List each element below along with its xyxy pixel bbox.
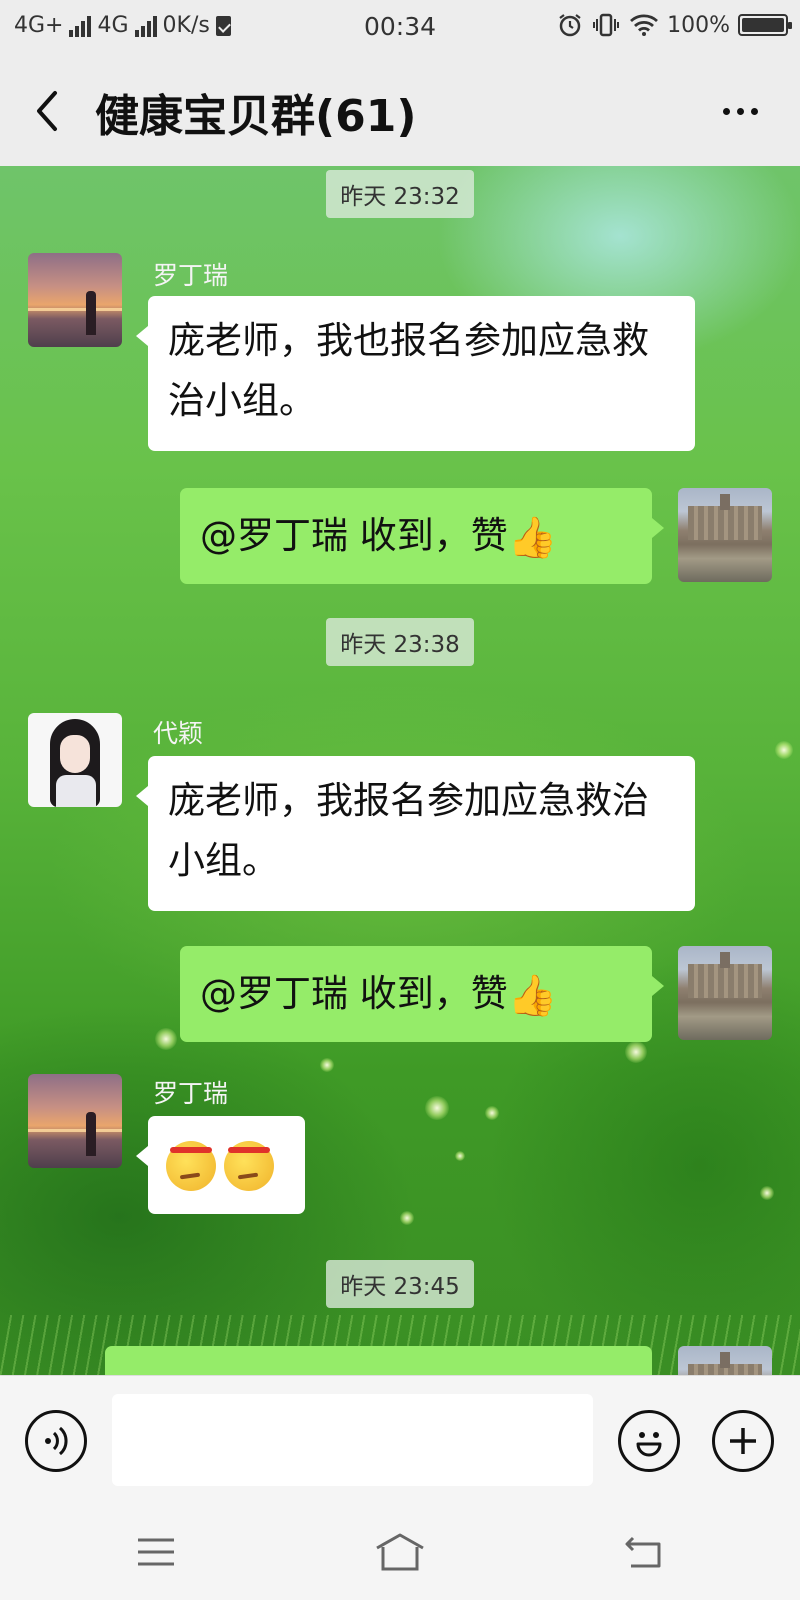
message-text: @罗丁瑞 收到，赞 [200,514,508,557]
time-stamp-label: 昨天 23:45 [326,1260,474,1308]
determined-face-emoji [166,1140,216,1191]
castle-avatar[interactable] [678,488,772,582]
sparkle [485,1106,499,1120]
message-bubble[interactable]: 庞老师，我报名参加应急救治小组。 [136,756,695,911]
voice-button[interactable] [25,1410,87,1472]
castle-avatar[interactable] [678,1346,772,1375]
more-dots-icon [736,107,744,115]
sparkle [425,1096,449,1120]
message-bubble[interactable]: @罗丁瑞 收到，赞👍 [180,488,664,584]
avatar-body [56,775,96,807]
wifi-icon [630,14,659,36]
chevron-left-icon [37,91,57,131]
time-stamp-label: 昨天 23:38 [326,618,474,666]
plus-icon [730,1428,756,1454]
return-icon [625,1536,661,1568]
home-button[interactable] [370,1530,430,1574]
message-bubble[interactable] [105,1346,652,1375]
menu-button[interactable] [126,1530,186,1574]
avatar-face [60,735,90,773]
alarm-icon [559,14,581,37]
message-bubble[interactable] [136,1116,305,1214]
time-stamp: 昨天 23:32 [0,170,800,218]
plus-button[interactable] [712,1410,774,1472]
return-button[interactable] [614,1530,674,1574]
message-bubble[interactable]: @罗丁瑞 收到，赞👍 [180,946,664,1042]
menu-icon [138,1538,174,1566]
status-bar: 4G+ 4G 0K/s 00:34 100% [0,0,800,56]
message-text: @罗丁瑞 收到，赞 [200,972,508,1015]
back-button[interactable] [22,84,72,138]
sunset-avatar[interactable] [28,253,122,347]
determined-face-emoji [224,1140,274,1191]
chat-area[interactable]: 昨天 23:32 罗丁瑞 庞老师，我也报名参加应急救治小组。 @罗丁瑞 收到，赞… [0,166,800,1375]
emoji-button[interactable] [618,1410,680,1472]
more-dots-icon [750,107,758,115]
time-stamp: 昨天 23:38 [0,618,800,666]
thumbs-up-icon: 👍 [507,514,558,561]
sparkle [320,1058,334,1072]
sparkle [625,1041,647,1063]
smile-icon [636,1432,662,1457]
sender-name: 罗丁瑞 [153,261,229,290]
time-stamp-label: 昨天 23:32 [326,170,474,218]
voice-icon [45,1426,68,1456]
thumbs-up-icon: 👍 [507,972,558,1019]
sender-name: 代颖 [153,719,204,748]
input-bar [0,1375,800,1500]
message-input[interactable] [112,1394,593,1486]
more-dots-icon [722,107,730,115]
sparkle [760,1186,774,1200]
battery-percent: 100% [667,12,730,38]
sparkle [455,1151,465,1161]
vibrate-icon [593,13,620,37]
battery-icon [738,14,792,36]
more-button[interactable] [710,94,770,128]
sparkle [400,1211,414,1225]
chat-title: 健康宝贝群(61) [95,91,417,142]
title-bar: 健康宝贝群(61) [0,56,800,166]
time-stamp: 昨天 23:45 [0,1260,800,1308]
sparkle [775,741,793,759]
sender-name: 罗丁瑞 [153,1079,229,1108]
sparkle [155,1028,177,1050]
castle-avatar[interactable] [678,946,772,1040]
home-icon [376,1533,424,1571]
sunset-avatar[interactable] [28,1074,122,1168]
status-right: 100% [557,12,792,38]
nav-bar [0,1500,800,1600]
message-bubble[interactable]: 庞老师，我也报名参加应急救治小组。 [136,296,695,451]
girl-avatar[interactable] [28,713,122,807]
battery-level [742,18,784,32]
